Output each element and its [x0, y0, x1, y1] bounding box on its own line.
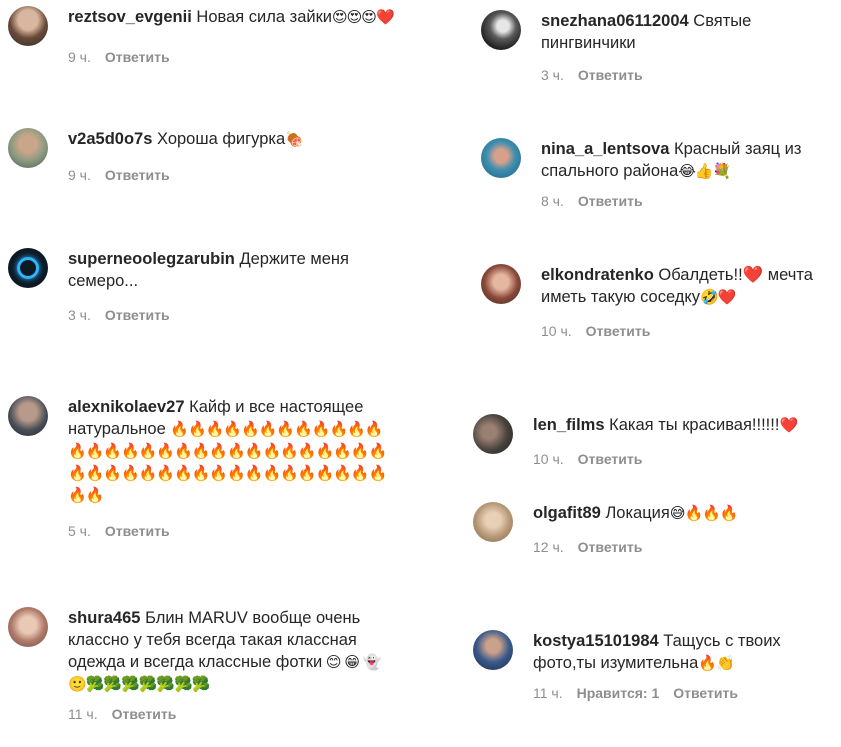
- comments-column-left: reztsov_evgenii Новая сила зайки😍😍😍❤️ 9 …: [0, 0, 420, 747]
- comment-emoji: 😂👍💐: [678, 162, 731, 180]
- reply-button[interactable]: Ответить: [673, 685, 738, 701]
- comment-time[interactable]: 3 ч.: [541, 66, 564, 84]
- avatar[interactable]: [481, 138, 521, 178]
- likes-count[interactable]: Нравится: 1: [577, 684, 660, 702]
- avatar[interactable]: [8, 6, 48, 46]
- comment-time[interactable]: 10 ч.: [541, 322, 572, 340]
- comment-username[interactable]: nina_a_lentsova: [541, 140, 669, 158]
- comment-emoji: ❤️: [779, 416, 798, 434]
- reply-button[interactable]: Ответить: [105, 307, 170, 323]
- comment-emoji: 😍😍😍❤️: [332, 8, 395, 26]
- comment-username[interactable]: superneoolegzarubin: [68, 250, 235, 268]
- comment-time[interactable]: 11 ч.: [533, 684, 563, 702]
- comment-text: Локация: [605, 504, 670, 522]
- avatar[interactable]: [8, 396, 48, 436]
- reply-button[interactable]: Ответить: [578, 67, 643, 83]
- avatar[interactable]: [473, 502, 513, 542]
- comment-time[interactable]: 9 ч.: [68, 166, 91, 184]
- avatar[interactable]: [8, 128, 48, 168]
- comments-column-right: snezhana06112004 Святые пингвинчики 3 ч.…: [420, 0, 841, 747]
- comment-username[interactable]: kostya15101984: [533, 632, 659, 650]
- comment-text: Какая ты красивая!!!!!!: [609, 416, 780, 434]
- comment-emoji: 🔥👏: [698, 654, 734, 672]
- comment-emoji: 🍖: [285, 130, 304, 148]
- comment-text: Новая сила зайки: [196, 8, 333, 26]
- comment-time[interactable]: 10 ч.: [533, 450, 564, 468]
- comment-username[interactable]: reztsov_evgenii: [68, 8, 192, 26]
- power-logo-icon: [17, 257, 39, 279]
- reply-button[interactable]: Ответить: [586, 323, 651, 339]
- reply-button[interactable]: Ответить: [578, 193, 643, 209]
- avatar[interactable]: [481, 10, 521, 50]
- avatar[interactable]: [8, 248, 48, 288]
- comment-username[interactable]: olgafit89: [533, 504, 601, 522]
- comment-text: Хороша фигурка: [157, 130, 286, 148]
- avatar[interactable]: [481, 264, 521, 304]
- avatar[interactable]: [473, 414, 513, 454]
- comment-time[interactable]: 8 ч.: [541, 192, 564, 210]
- comment-time[interactable]: 3 ч.: [68, 306, 91, 324]
- comment-username[interactable]: alexnikolaev27: [68, 398, 185, 416]
- comment-username[interactable]: shura465: [68, 609, 140, 627]
- comment-username[interactable]: snezhana06112004: [541, 12, 689, 30]
- reply-button[interactable]: Ответить: [105, 49, 170, 65]
- comment-username[interactable]: v2a5d0o7s: [68, 130, 152, 148]
- comment-emoji: 😅🔥🔥🔥: [669, 504, 739, 522]
- reply-button[interactable]: Ответить: [578, 451, 643, 467]
- comment-time[interactable]: 9 ч.: [68, 48, 91, 66]
- reply-button[interactable]: Ответить: [112, 706, 177, 722]
- reply-button[interactable]: Ответить: [105, 167, 170, 183]
- avatar[interactable]: [473, 630, 513, 670]
- comment-time[interactable]: 12 ч.: [533, 538, 564, 556]
- comment-username[interactable]: elkondratenko: [541, 266, 654, 284]
- comment-time[interactable]: 11 ч.: [68, 705, 98, 723]
- comment-username[interactable]: len_films: [533, 416, 605, 434]
- reply-button[interactable]: Ответить: [105, 523, 170, 539]
- comment-time[interactable]: 5 ч.: [68, 522, 91, 540]
- avatar[interactable]: [8, 607, 48, 647]
- comment-emoji: 🤣❤️: [700, 288, 736, 306]
- reply-button[interactable]: Ответить: [578, 539, 643, 555]
